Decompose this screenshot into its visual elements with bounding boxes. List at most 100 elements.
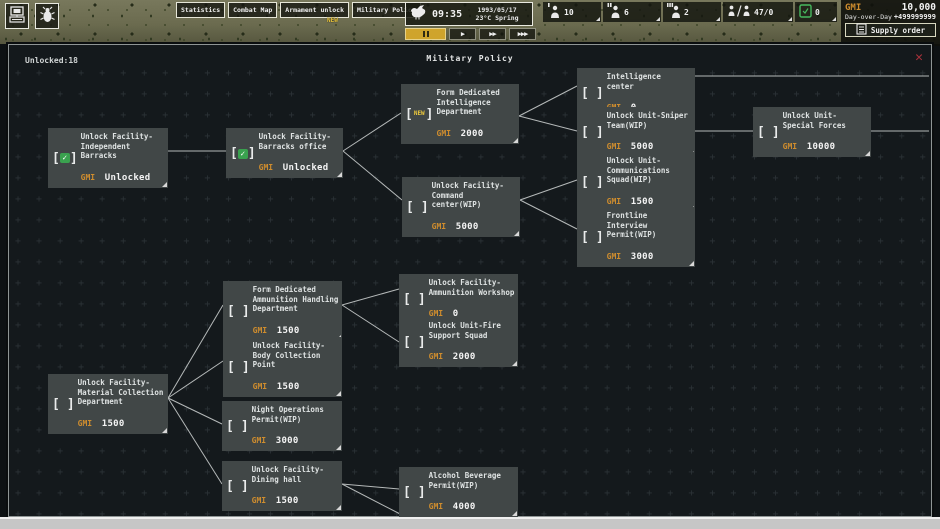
expand-corner-icon [337,172,342,177]
balance-value: 10,000 [902,2,936,13]
tech-node[interactable]: []Night Operations Permit(WIP)GMI 3000 [222,401,342,451]
empty-checkbox-icon [235,362,242,372]
tech-node[interactable]: []Unlock Unit-Sniper Team(WIP)GMI 5000 [577,107,695,157]
node-title: Unlock Facility-Material Collection Depa… [78,378,165,407]
resource-counters: 10 6 [543,2,837,22]
menu-combat-map[interactable]: Combat Map [228,2,277,18]
node-state-box: [] [227,286,250,337]
time-display: 09:35 [432,9,462,20]
tech-node[interactable]: []Unlock Unit-Communications Squad(WIP)G… [577,152,695,212]
node-title: Unlock Facility-Barracks office [259,132,340,151]
fast-forward-button[interactable]: ▶▶ [479,28,506,40]
pause-button[interactable] [405,28,446,40]
computer-button[interactable] [5,3,29,29]
tech-node[interactable]: []Alcohol Beverage Permit(WIP)GMI 4000 [399,467,518,517]
currency-label: GMI [429,352,443,361]
squad-ratio-icon [727,3,751,22]
counter-tier1-personnel[interactable]: 10 [543,2,601,22]
main-menu: Statistics Combat Map Armament unlock Mi… [176,2,421,18]
counter-squad-ratio[interactable]: 47/0 [723,2,793,22]
tech-node[interactable]: []Frontline Interview Permit(WIP)GMI 300… [577,207,695,267]
tech-node[interactable]: []Unlock Facility-Body Collection PointG… [223,337,342,397]
cost-value: 1500 [276,496,299,506]
fastest-forward-button[interactable]: ▶▶▶ [509,28,536,40]
expand-corner-icon [512,511,517,516]
node-cost: GMI 3000 [607,244,692,263]
currency-label: GMI [607,197,621,206]
menu-statistics[interactable]: Statistics [176,2,225,18]
computer-icon [9,6,25,27]
counter-value: 0 [815,8,820,17]
node-title: Unlock Facility-Command center(WIP) [432,181,517,210]
expand-corner-icon [336,391,341,396]
expand-corner-icon [514,231,519,236]
node-title: Unlock Unit-Fire Support Squad [429,321,515,340]
empty-checkbox-icon [411,338,418,348]
tier3-person-icon [667,3,681,22]
tech-node[interactable]: []Unlock Facility-Dining hallGMI 1500 [222,461,342,511]
tech-node[interactable]: [✓]Unlock Facility-Barracks officeGMI Un… [226,128,343,178]
top-bar-map-background: Statistics Combat Map Armament unlock Mi… [0,0,940,44]
cost-value: 5000 [456,222,479,232]
bug-icon [40,6,55,27]
cost-value: 1500 [631,197,654,207]
expand-corner-icon [513,138,518,143]
node-state-box: [✓] [230,133,256,174]
cost-value: 1500 [277,326,300,336]
tier2-person-icon [607,3,621,22]
node-state-box: [] [403,472,426,513]
tech-node[interactable]: []Form Dedicated Ammunition Handling Dep… [223,281,342,341]
tech-node[interactable]: []Unlock Facility-Material Collection De… [48,374,168,434]
cost-value: 5000 [631,142,654,152]
empty-checkbox-icon [589,232,596,242]
counter-tier3-personnel[interactable]: 2 [663,2,721,22]
counter-tier2-personnel[interactable]: 6 [603,2,661,22]
cost-value: 4000 [453,502,476,512]
node-state-box: [✓] [52,133,78,184]
empty-checkbox-icon [411,488,418,498]
speed-controls: ▶ ▶▶ ▶▶▶ [405,28,536,40]
node-title: Unlock Facility-Independent Barracks [81,132,165,161]
tech-node[interactable]: [✓]Unlock Facility-Independent BarracksG… [48,128,168,188]
node-state-box: [] [52,379,75,430]
new-badge: NEW [413,109,426,119]
currency-label: GMI [252,436,266,445]
cost-value: 3000 [631,252,654,262]
node-cost: GMI 2000 [429,344,515,363]
node-state-box: [] [403,279,426,320]
empty-checkbox-icon [765,128,772,138]
season-value: 23°C Spring [476,14,519,22]
close-icon[interactable]: ✕ [915,51,923,64]
counter-orders[interactable]: 0 [795,2,837,22]
cost-value: 1500 [102,419,125,429]
node-state-box: [] [403,322,426,363]
empty-checkbox-icon [235,306,242,316]
empty-checkbox-icon [60,399,67,409]
play-button[interactable]: ▶ [449,28,476,40]
node-cost: GMI 10000 [783,134,868,153]
expand-corner-icon [336,445,341,450]
currency-label: GMI [607,142,621,151]
node-title: Form Dedicated Intelligence Department [437,88,517,117]
empty-checkbox-icon [589,128,596,138]
tech-node[interactable]: []Unlock Unit-Special ForcesGMI 10000 [753,107,871,157]
dropdown-corner-icon [716,17,720,21]
date-display: 1993/05/17 23°C Spring [466,6,528,22]
tech-node[interactable]: []Unlock Facility-Command center(WIP)GMI… [402,177,520,237]
tech-node[interactable]: []Unlock Unit-Fire Support Squad GMI 2000 [399,317,518,367]
dropdown-corner-icon [788,17,792,21]
node-state-box: [] [581,212,604,263]
expand-corner-icon [512,361,517,366]
dropdown-corner-icon [656,17,660,21]
node-state-box: [] [406,182,429,233]
supply-order-label: Supply order [871,26,925,35]
expand-corner-icon [336,505,341,510]
menu-armament-unlock[interactable]: Armament unlock [280,2,349,18]
tech-node[interactable]: [NEW]Form Dedicated Intelligence Departm… [401,84,519,144]
supply-order-button[interactable]: Supply order [845,23,936,37]
bug-report-button[interactable] [35,3,59,29]
currency-label: GMI [252,496,266,505]
node-cost: GMI 1500 [253,374,339,393]
expand-corner-icon [162,182,167,187]
node-state-box: [] [581,112,604,153]
